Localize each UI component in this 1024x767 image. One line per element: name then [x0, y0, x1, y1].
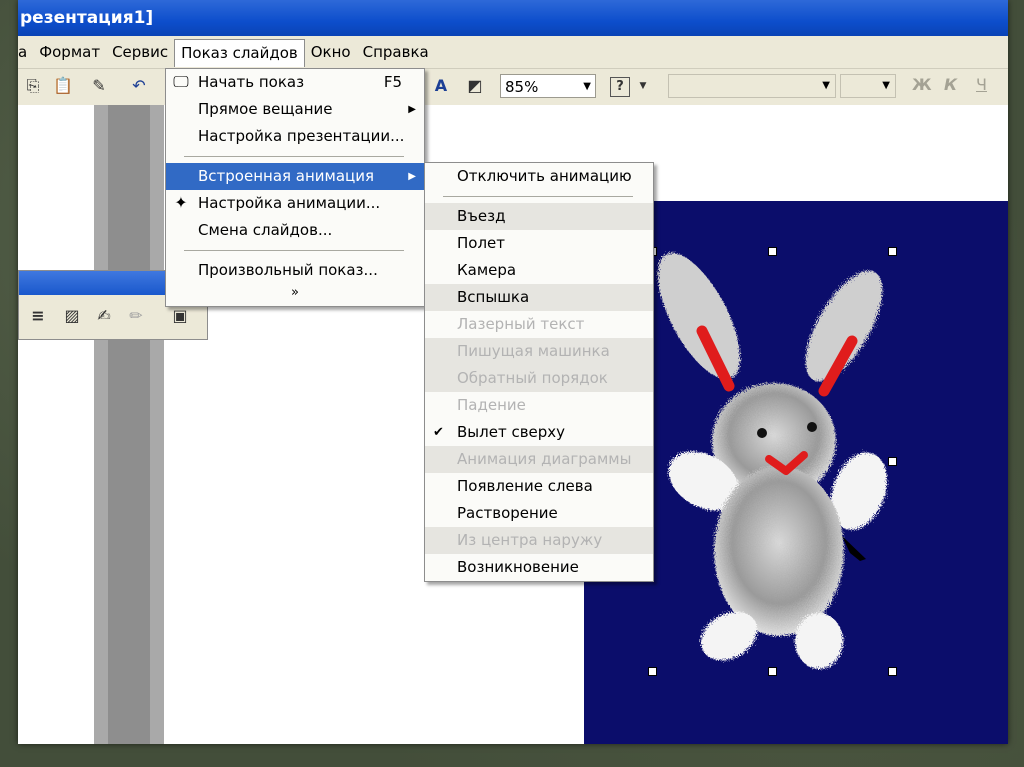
chevron-down-icon[interactable]: ▼ [632, 75, 654, 97]
selection-handle[interactable] [768, 667, 777, 676]
chevron-down-icon: ▼ [583, 81, 591, 92]
bold-button[interactable]: Ж [912, 75, 932, 94]
grayscale-icon[interactable]: ◩ [464, 75, 486, 97]
zoom-value: 85% [505, 78, 539, 96]
submenu-arrow-icon: ▶ [408, 104, 416, 115]
paste-icon[interactable]: 📋 [52, 75, 74, 97]
picture-settings-icon[interactable]: ▣ [169, 305, 191, 327]
font-combo[interactable]: ▼ [668, 74, 836, 98]
submenu-item-dissolve[interactable]: Растворение [425, 500, 653, 527]
submenu-item-drop: Падение [457, 396, 526, 414]
font-size-icon[interactable]: A [430, 75, 452, 97]
submenu-item-camera[interactable]: Камера [425, 257, 653, 284]
slideshow-menu: 🖵 Начать показ F5 Прямое вещание ▶ Настр… [165, 68, 425, 307]
menu-item-custom-show[interactable]: Произвольный показ... [166, 257, 424, 284]
menu-help[interactable]: Справка [357, 39, 435, 65]
line-style-icon[interactable]: ≡ [27, 305, 49, 327]
expand-menu-chevron-icon[interactable]: » [166, 284, 424, 306]
submenu-item-appear-left[interactable]: Появление слева [425, 473, 653, 500]
recolor-icon[interactable]: ✍ [93, 305, 115, 327]
menu-tools[interactable]: Сервис [106, 39, 174, 65]
submenu-item-drive-in[interactable]: Въезд [425, 203, 653, 230]
menu-separator [184, 250, 404, 251]
submenu-item-disable-animation[interactable]: Отключить анимацию [425, 163, 653, 190]
submenu-item-fly-from-top[interactable]: Вылет сверху [425, 419, 653, 446]
window-title-bar: резентация1] [18, 0, 1008, 36]
selection-handle[interactable] [648, 667, 657, 676]
menu-item-preset-animation[interactable]: Встроенная анимация ▶ [166, 163, 424, 190]
picture-icon[interactable]: ▨ [61, 305, 83, 327]
submenu-item-chart-animation: Анимация диаграммы [425, 446, 653, 473]
submenu-item-laser-text: Лазерный текст [457, 315, 585, 333]
selection-handle[interactable] [888, 457, 897, 466]
zoom-select[interactable]: 85% ▼ [500, 74, 596, 98]
submenu-arrow-icon: ▶ [408, 171, 416, 182]
menu-format[interactable]: Формат [33, 39, 106, 65]
menu-item-custom-animation[interactable]: ✦ Настройка анимации... [166, 190, 424, 217]
italic-button[interactable]: К [944, 75, 957, 94]
format-painter-icon[interactable]: ✎ [88, 75, 110, 97]
menu-item-slide-transition[interactable]: Смена слайдов... [166, 217, 424, 244]
menu-slideshow[interactable]: Показ слайдов [174, 38, 305, 67]
outline-pane[interactable] [18, 105, 95, 744]
copy-icon[interactable]: ⎘ [22, 75, 44, 97]
menu-window[interactable]: Окно [305, 39, 357, 65]
menu-file-partial[interactable]: а [18, 39, 33, 65]
pane-splitter [94, 105, 164, 744]
window-title: резентация1] [20, 8, 154, 28]
selection-handle[interactable] [888, 247, 897, 256]
font-size-combo[interactable]: ▼ [840, 74, 896, 98]
menu-separator [443, 196, 633, 197]
pencil-icon[interactable]: ✏ [125, 305, 147, 327]
projector-icon: 🖵 [173, 72, 189, 91]
submenu-item-reverse-order: Обратный порядок [425, 365, 653, 392]
animation-icon: ✦ [174, 193, 188, 212]
menu-item-start-show[interactable]: 🖵 Начать показ F5 [166, 69, 424, 96]
menu-item-setup-show[interactable]: Настройка презентации... [166, 123, 424, 150]
powerpoint-window: резентация1] а Формат Сервис Показ слайд… [18, 0, 1008, 744]
submenu-item-appear[interactable]: Возникновение [425, 554, 653, 581]
help-icon[interactable]: ? [610, 77, 630, 97]
submenu-item-typewriter: Пишущая машинка [425, 338, 653, 365]
underline-button[interactable]: Ч [976, 75, 987, 94]
submenu-item-flash[interactable]: Вспышка [425, 284, 653, 311]
submenu-item-flying[interactable]: Полет [425, 230, 653, 257]
selection-handle[interactable] [768, 247, 777, 256]
menu-separator [184, 156, 404, 157]
submenu-item-center-out: Из центра наружу [425, 527, 653, 554]
menu-bar: а Формат Сервис Показ слайдов Окно Справ… [18, 36, 1008, 69]
preset-animation-submenu: Отключить анимацию Въезд Полет Камера Вс… [424, 162, 654, 582]
chevron-down-icon: ▼ [822, 80, 830, 91]
undo-icon[interactable]: ↶ [128, 75, 150, 97]
menu-item-broadcast[interactable]: Прямое вещание ▶ [166, 96, 424, 123]
selection-handle[interactable] [888, 667, 897, 676]
chevron-down-icon: ▼ [882, 80, 890, 91]
